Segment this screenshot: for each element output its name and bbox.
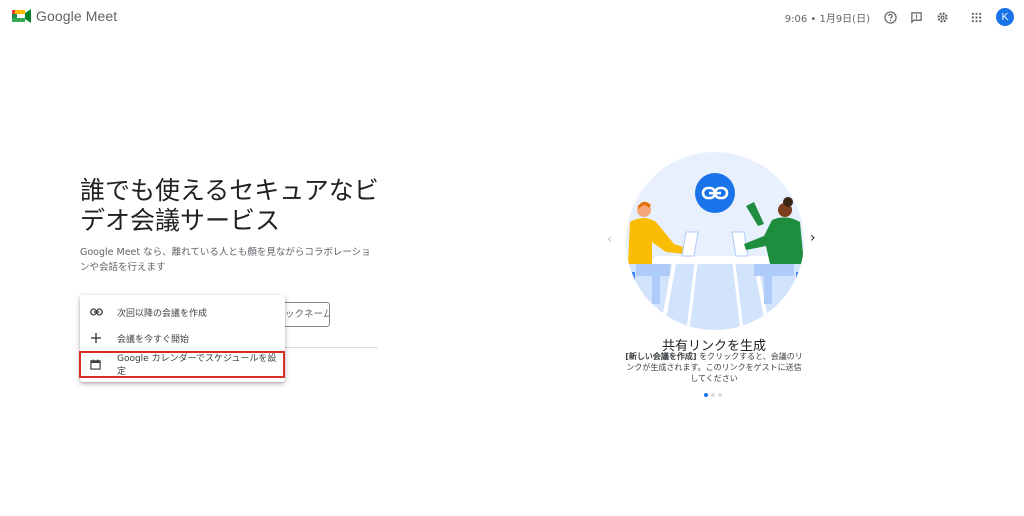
- top-bar: Google Meet 9:06 • 1月9日(日) K: [0, 0, 1024, 34]
- settings-gear-icon[interactable]: [934, 9, 950, 25]
- carousel-next-button[interactable]: ›: [810, 230, 816, 246]
- account-avatar[interactable]: K: [996, 8, 1014, 26]
- carousel-dot[interactable]: [704, 393, 708, 397]
- new-meeting-menu: 次回以降の会議を作成 会議を今すぐ開始 Google カレンダーでスケジュールを…: [80, 295, 285, 382]
- menu-item-label: Google カレンダーでスケジュールを設定: [116, 354, 277, 377]
- menu-item-schedule-calendar[interactable]: Google カレンダーでスケジュールを設定: [80, 351, 285, 377]
- carousel-desc-bold: [新しい会議を作成]: [625, 352, 697, 361]
- menu-item-create-later[interactable]: 次回以降の会議を作成: [80, 299, 285, 325]
- hero-title: 誰でも使えるセキュアなビデオ会議サービス: [80, 176, 379, 235]
- app-name: Google Meet: [36, 8, 118, 24]
- carousel-dot[interactable]: [711, 393, 715, 397]
- carousel-dot[interactable]: [718, 393, 722, 397]
- carousel-prev-button[interactable]: ‹: [607, 232, 612, 247]
- carousel-description: [新しい会議を作成] をクリックすると、会議のリンクが生成されます。このリンクを…: [624, 351, 804, 384]
- date-time: 9:06 • 1月9日(日): [784, 13, 870, 25]
- hero-subtitle: Google Meet なら、離れている人とも顔を見ながらコラボレーションや会話…: [80, 247, 371, 273]
- plus-icon: [89, 331, 103, 345]
- menu-item-start-now[interactable]: 会議を今すぐ開始: [80, 325, 285, 351]
- help-icon[interactable]: [882, 9, 898, 25]
- calendar-icon: [89, 357, 103, 371]
- link-icon: [89, 305, 103, 319]
- menu-item-label: 会議を今すぐ開始: [117, 334, 190, 345]
- apps-grid-icon[interactable]: [968, 9, 984, 25]
- share-link-illustration: [626, 152, 804, 330]
- feedback-icon[interactable]: [908, 9, 924, 25]
- carousel-dots: [704, 393, 725, 397]
- meet-logo-icon: [12, 9, 31, 23]
- google-meet-logo[interactable]: Google Meet: [12, 8, 117, 24]
- menu-item-label: 次回以降の会議を作成: [117, 308, 208, 319]
